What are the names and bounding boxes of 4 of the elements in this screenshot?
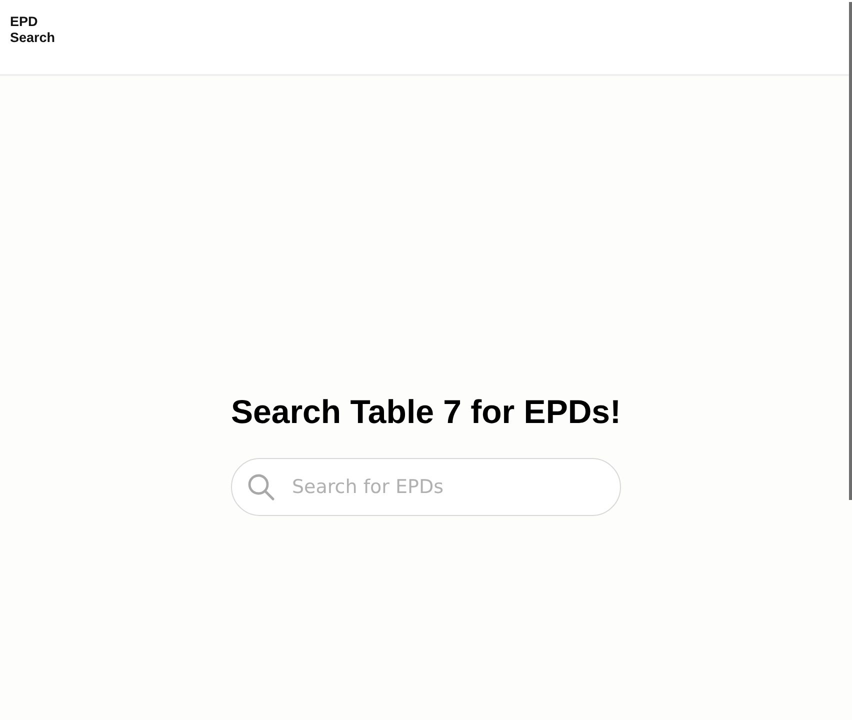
scrollbar-thumb[interactable] <box>849 2 852 500</box>
page-heading: Search Table 7 for EPDs! <box>230 392 622 432</box>
search-field[interactable]: Search for EPDs <box>231 458 621 516</box>
logo-text[interactable]: EPD Search <box>10 14 70 46</box>
